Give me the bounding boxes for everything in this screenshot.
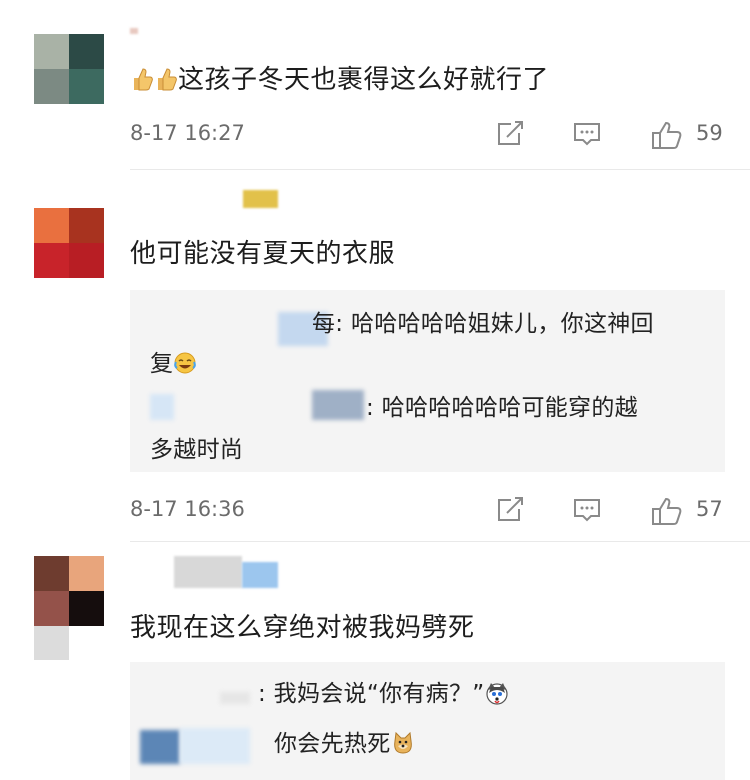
reply-line: 你会先热死 — [274, 728, 415, 764]
reply-box[interactable]: 每: 哈哈哈哈哈姐妹儿，你这神回 复 : 哈哈哈哈哈哈可能穿的越 多越时尚 — [130, 290, 725, 472]
reply-line: 复 — [150, 348, 197, 384]
reply-username-redacted[interactable] — [312, 390, 364, 420]
comment-text: 他可能没有夏天的衣服 — [130, 239, 396, 269]
reply-line: : 我妈会说“你有病？” — [258, 678, 509, 714]
comment-icon[interactable] — [572, 496, 602, 524]
avatar[interactable] — [34, 34, 104, 104]
username-redacted[interactable] — [243, 190, 278, 208]
username-redacted[interactable] — [242, 562, 278, 588]
avatar[interactable] — [34, 208, 104, 278]
husky-face-icon — [485, 681, 509, 714]
thumbs-up-icon — [154, 66, 178, 102]
reply-username-redacted[interactable] — [150, 394, 174, 420]
laughing-crying-icon — [173, 351, 197, 384]
repost-icon[interactable] — [495, 120, 525, 148]
like-count: 59 — [696, 121, 723, 145]
like-count: 57 — [696, 497, 723, 521]
doge-face-icon — [391, 731, 415, 764]
comment-time: 8-17 16:27 — [130, 121, 245, 145]
like-icon[interactable] — [650, 120, 684, 149]
reply-line: 多越时尚 — [150, 437, 244, 463]
comment-2: 他可能没有夏天的衣服 每: 哈哈哈哈哈姐妹儿，你这神回 复 : 哈哈哈哈哈哈可能… — [0, 170, 750, 542]
comment-1: 这孩子冬天也裹得这么好就行了 8-17 16:27 59 — [0, 0, 750, 170]
comment-text: 这孩子冬天也裹得这么好就行了 — [130, 62, 549, 102]
comment-icon[interactable] — [572, 120, 602, 148]
like-icon[interactable] — [650, 496, 684, 525]
avatar[interactable] — [34, 556, 104, 660]
comment-meta: 8-17 16:27 59 — [130, 118, 730, 149]
thumbs-up-icon — [130, 66, 154, 102]
comment-3: 我现在这么穿绝对被我妈劈死 : 我妈会说“你有病？” 你会先热死 — [0, 542, 750, 780]
repost-icon[interactable] — [495, 496, 525, 524]
reply-line: 每: 哈哈哈哈哈姐妹儿，你这神回 — [312, 311, 654, 337]
reply-username-redacted[interactable] — [180, 728, 250, 764]
reply-box[interactable]: : 我妈会说“你有病？” 你会先热死 — [130, 662, 725, 780]
reply-line: : 哈哈哈哈哈哈可能穿的越 — [366, 395, 638, 421]
comment-time: 8-17 16:36 — [130, 497, 245, 521]
reply-username-redacted[interactable] — [220, 692, 250, 704]
username-redacted[interactable] — [130, 28, 138, 34]
comment-text: 我现在这么穿绝对被我妈劈死 — [130, 613, 475, 643]
reply-username-redacted[interactable] — [140, 730, 180, 764]
comment-meta: 8-17 16:36 57 — [130, 494, 730, 525]
username-redacted[interactable] — [174, 556, 242, 588]
